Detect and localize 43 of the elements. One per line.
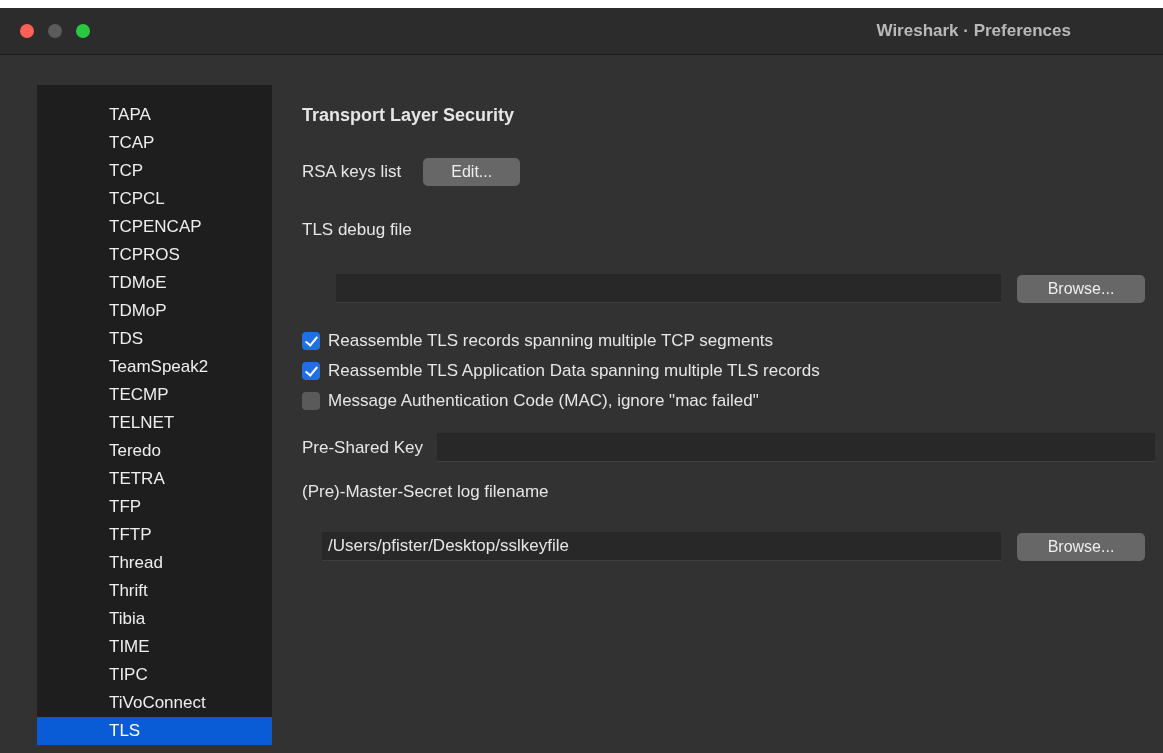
browse-button[interactable]: Browse...: [1017, 532, 1145, 561]
checkbox[interactable]: [302, 332, 320, 350]
protocol-item[interactable]: TCPENCAP: [37, 213, 272, 241]
protocol-item[interactable]: TIPC: [37, 661, 272, 689]
protocol-item[interactable]: TIME: [37, 633, 272, 661]
close-button[interactable]: [20, 24, 34, 38]
protocol-item[interactable]: TFP: [37, 493, 272, 521]
protocol-item[interactable]: TAPA: [37, 101, 272, 129]
edit-button[interactable]: Edit...: [423, 158, 521, 186]
protocol-item[interactable]: TFTP: [37, 521, 272, 549]
zoom-button[interactable]: [76, 24, 90, 38]
psk-field[interactable]: [436, 433, 1155, 462]
protocol-item[interactable]: TECMP: [37, 381, 272, 409]
option-label: Reassemble TLS Application Data spanning multiple TLS records: [328, 361, 820, 381]
option-label: Reassemble TLS records spanning multiple TCP segments: [328, 331, 774, 351]
protocol-item[interactable]: Thrift: [37, 577, 272, 605]
protocol-item[interactable]: TCP: [37, 157, 272, 185]
protocol-item[interactable]: TLS: [37, 717, 272, 745]
protocol-item[interactable]: TDS: [37, 325, 272, 353]
master-secret-label: (Pre)-Master-Secret log filename: [302, 482, 550, 502]
checkbox[interactable]: [302, 392, 320, 410]
protocol-item[interactable]: Tibia: [37, 605, 272, 633]
protocol-item[interactable]: Teredo: [37, 437, 272, 465]
option-label: Message Authentication Code (MAC), ignore "mac failed": [328, 391, 759, 411]
protocol-item[interactable]: TCPROS: [37, 241, 272, 269]
browse-button[interactable]: Browse...: [1017, 274, 1145, 303]
window-title: Wireshark · Preferences: [876, 21, 1071, 41]
psk-label: Pre-Shared Key: [302, 437, 423, 458]
master-secret-field[interactable]: /Users/pfister/Desktop/sslkeyfile: [322, 532, 1001, 561]
protocol-item[interactable]: TDMoE: [37, 269, 272, 297]
debug-file-label: TLS debug file: [302, 220, 413, 240]
rsa-keys-label: RSA keys list: [302, 162, 402, 182]
protocol-item[interactable]: TeamSpeak2: [37, 353, 272, 381]
protocol-item[interactable]: TiVoConnect: [37, 689, 272, 717]
section-heading: Transport Layer Security: [302, 105, 516, 126]
debug-file-field[interactable]: [336, 274, 1001, 303]
checkbox[interactable]: [302, 362, 320, 380]
protocol-item[interactable]: TELNET: [37, 409, 272, 437]
protocol-item[interactable]: TCAP: [37, 129, 272, 157]
protocol-item[interactable]: TDMoP: [37, 297, 272, 325]
protocol-item[interactable]: TCPCL: [37, 185, 272, 213]
protocol-item[interactable]: Thread: [37, 549, 272, 577]
protocol-item[interactable]: TETRA: [37, 465, 272, 493]
